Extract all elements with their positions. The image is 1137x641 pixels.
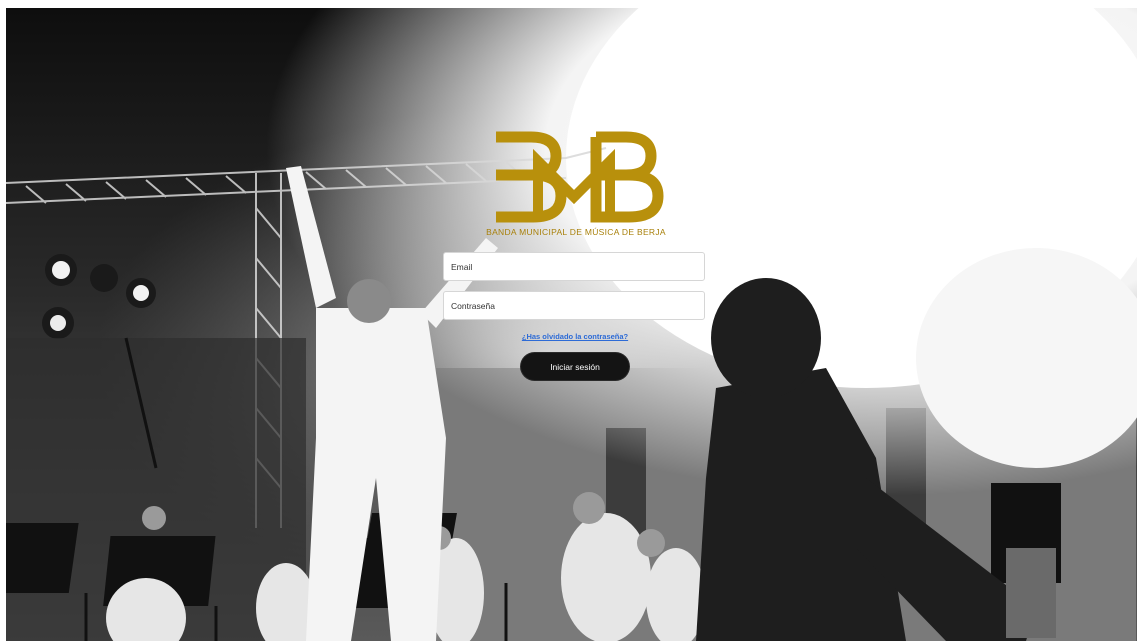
forgot-password-link[interactable]: ¿Has olvidado la contraseña? — [443, 332, 707, 341]
logo-caption: BANDA MUNICIPAL DE MÚSICA DE BERJA — [486, 227, 666, 237]
login-button[interactable]: Iniciar sesión — [521, 353, 629, 380]
login-page: BANDA MUNICIPAL DE MÚSICA DE BERJA ¿Has … — [0, 0, 1137, 641]
password-field[interactable] — [443, 291, 705, 320]
bmb-logo — [496, 131, 664, 223]
email-field[interactable] — [443, 252, 705, 281]
login-form: BANDA MUNICIPAL DE MÚSICA DE BERJA ¿Has … — [443, 131, 707, 391]
